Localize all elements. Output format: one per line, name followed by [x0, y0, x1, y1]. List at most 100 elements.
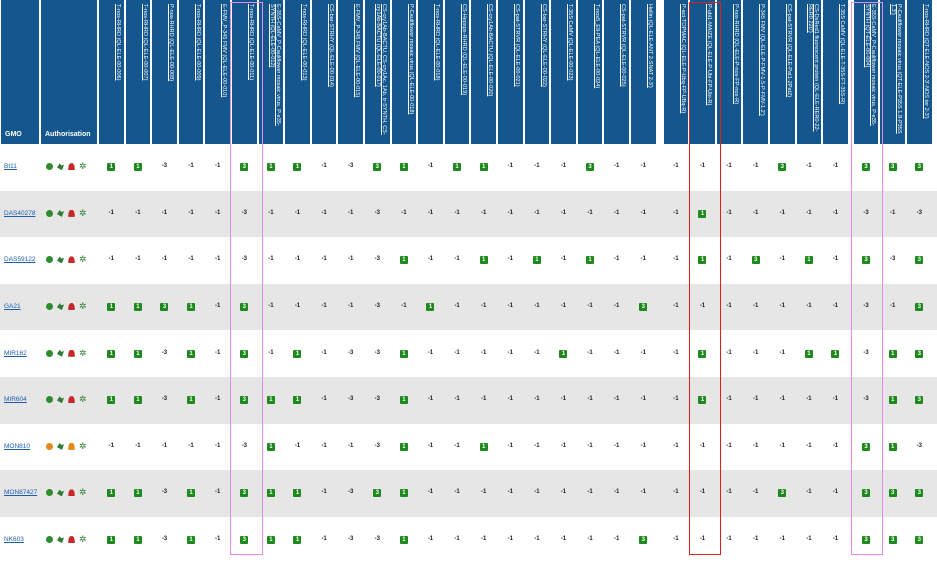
- column-header-link-29[interactable]: E-35S-CaMV_P-Cauliflower mosaic virus, P…: [863, 4, 875, 140]
- result-text: -1: [507, 489, 513, 496]
- column-header-link-1[interactable]: T-nos-RHRD (QL-ELE-00-006): [115, 4, 121, 140]
- result-value: -1: [743, 489, 768, 495]
- result-text: -1: [587, 396, 593, 403]
- column-header-link-14[interactable]: CS-Hepsps-RHRD (QL-ELE-00-019): [460, 4, 467, 140]
- result-badge: 3: [631, 536, 656, 545]
- column-header-link-27[interactable]: CS-DsRed1 fluorescent protein (QL-ELE-RE…: [806, 4, 818, 140]
- result-text: -3: [241, 442, 247, 449]
- result-value: -1: [392, 303, 417, 309]
- result-text: -3: [916, 209, 922, 216]
- gmo-link-7[interactable]: MON87427: [4, 489, 37, 496]
- result-text: -1: [534, 349, 540, 356]
- gmo-link-5[interactable]: MIR604: [4, 396, 27, 403]
- bird-icon: [57, 489, 64, 497]
- result-text: 1: [698, 256, 707, 265]
- result-value: -1: [664, 210, 689, 216]
- gmo-link-8[interactable]: NK603: [4, 536, 24, 543]
- result-value: -1: [152, 443, 177, 449]
- column-header-link-21[interactable]: Hellin (QL-ELE-ANT 2-SNAT 2-3'): [647, 4, 653, 140]
- result-text: -1: [614, 256, 620, 263]
- column-header-link-10[interactable]: E-FMV_P-345 FMV (QL-ELE-00-015): [354, 4, 360, 140]
- column-header-link-12[interactable]: P-Cauliflower mosaic virus (QL-ELE-00-01…: [407, 4, 414, 140]
- column-header-link-22[interactable]: P-act-TOPMAC (QL-ELE-P-Ubq-FP-UBq-R): [679, 4, 686, 140]
- column-header-link-17[interactable]: CS-bar-STRHY (QL-ELE-00-022): [540, 4, 547, 140]
- result-text: -3: [161, 396, 168, 403]
- gmo-link-1[interactable]: DAS40278: [4, 210, 35, 217]
- column-header-link-11[interactable]: CS-cry1Ab-BACTU, CS-cry1Ac, 1Ab, tr-SYNT…: [374, 4, 387, 140]
- column-header-link-6[interactable]: T-nos-RHRD (QL-ELE-00-011): [248, 4, 254, 140]
- result-text: -1: [832, 442, 839, 449]
- result-badge: 3: [854, 536, 879, 545]
- result-value: -1: [471, 210, 496, 216]
- result-badge: 1: [179, 489, 204, 498]
- result-value: -1: [664, 163, 689, 169]
- result-text: -1: [348, 442, 354, 449]
- result-badge: 1: [471, 163, 496, 172]
- result-badge: 1: [823, 349, 848, 358]
- column-header-link-5[interactable]: E-FMV_P-345 FMV (QL-ELE-00-010): [221, 4, 227, 140]
- column-header-link-30[interactable]: P-Cauliflower mosaic virus (QT-ELE-P35S …: [890, 4, 902, 140]
- result-text: -3: [374, 303, 380, 310]
- result-badge: 1: [392, 349, 417, 358]
- gmo-link-0[interactable]: Bt11: [4, 163, 17, 170]
- column-header-link-15[interactable]: CS-cry1Ab-BACTU (QL-ELE-00-020): [487, 4, 493, 140]
- gmo-link-4[interactable]: MIR162: [4, 350, 27, 357]
- result-value: -1: [418, 443, 443, 449]
- result-badge: 1: [259, 442, 284, 451]
- authorisation-icons: ✲: [46, 208, 87, 217]
- result-text: -3: [374, 396, 380, 403]
- result-badge: 1: [690, 349, 715, 358]
- result-text: 1: [107, 303, 116, 312]
- result-text: -1: [294, 442, 301, 449]
- result-badge: 1: [285, 349, 310, 358]
- column-header-link-9[interactable]: CS-bar-STRHY (QL-ELE-00-014): [327, 4, 334, 140]
- authorisation-icons: ✲: [46, 162, 87, 171]
- column-header-link-20[interactable]: CS-pat-STRVR (QL-ELE-00-025): [620, 4, 626, 140]
- column-header-link-13[interactable]: T-nos-RHRD (QL-ELE-00-018): [434, 4, 440, 140]
- result-value: -1: [205, 303, 230, 309]
- result-value: -1: [770, 303, 795, 309]
- column-header-link-2[interactable]: T-nos-RHRD (QL-ELE-00-007): [141, 4, 148, 140]
- result-value: -1: [604, 350, 629, 356]
- column-header-link-16[interactable]: CS-pat-STRVR (QL-ELE-00-021): [514, 4, 520, 140]
- result-value: -1: [418, 163, 443, 169]
- result-value: -1: [770, 443, 795, 449]
- result-value: -1: [338, 210, 363, 216]
- column-header-link-7[interactable]: E-35S-CaMV_P-Cauliflower mosaic virus, P…: [268, 4, 280, 140]
- column-header-link-26[interactable]: CS-pat-STRVR (QL-ELE-Pat1-2Pat2): [786, 4, 792, 140]
- result-value: -1: [259, 256, 284, 262]
- column-header-link-8[interactable]: T-nos-RHRD (QL-ELE-00-013): [301, 4, 307, 140]
- column-header-link-25[interactable]: P-345 FMV (QL-ELE-P-FMV-1.5-P-FMV-1.2'): [759, 4, 765, 140]
- result-text: -1: [832, 489, 839, 496]
- result-value: -1: [551, 489, 576, 495]
- column-header-link-28[interactable]: T-35S CaMV (QL-ELE-T-35S-FT-35S-R): [839, 4, 845, 140]
- bird-icon: [57, 209, 64, 217]
- column-header-link-23[interactable]: P-ubi1-MAIZE (QL-ELE-P-Ubi-FP-Ubi-R): [706, 4, 712, 140]
- column-header-27: CS-DsRed1 fluorescent protein (QL-ELE-RE…: [796, 0, 822, 144]
- result-text: -1: [753, 349, 759, 356]
- gmo-link-2[interactable]: DAS59122: [4, 256, 35, 263]
- column-header-link-18[interactable]: T-35S CaMV (QL-ELE-00-023): [567, 4, 573, 140]
- globe-icon: [46, 256, 53, 264]
- result-text: 1: [586, 256, 595, 265]
- column-header-link-19[interactable]: T-nos5_E9-PEA (QL-ELE-00-024): [593, 4, 600, 140]
- bird-icon: [57, 536, 64, 544]
- gmo-link-6[interactable]: MON810: [4, 443, 30, 450]
- result-text: -1: [699, 163, 706, 170]
- result-text: -1: [779, 209, 785, 216]
- result-text: -3: [241, 256, 247, 263]
- column-header-link-24[interactable]: P-nos-RHRD (QL-ELE-P-nos-FP-nos-R): [732, 4, 739, 140]
- result-value: -1: [205, 256, 230, 262]
- result-value: -1: [445, 256, 470, 262]
- result-badge: 3: [770, 489, 795, 498]
- column-header-link-3[interactable]: P-nos-RHRD (QL-ELE-00-008): [168, 4, 174, 140]
- column-header-link-31[interactable]: T-nos-RHRD (QT-ELE-NOS 2-3'-NOS ter 2-3'…: [923, 4, 929, 140]
- result-text: -1: [401, 303, 407, 310]
- result-text: -1: [614, 303, 620, 310]
- result-text: -1: [779, 442, 785, 449]
- result-value: -1: [770, 350, 795, 356]
- result-value: -1: [604, 163, 629, 169]
- gmo-link-3[interactable]: GA21: [4, 303, 21, 310]
- result-badge: 3: [880, 536, 905, 545]
- column-header-link-4[interactable]: T-nos-RHRD (QL-ELE-00-009): [194, 4, 201, 140]
